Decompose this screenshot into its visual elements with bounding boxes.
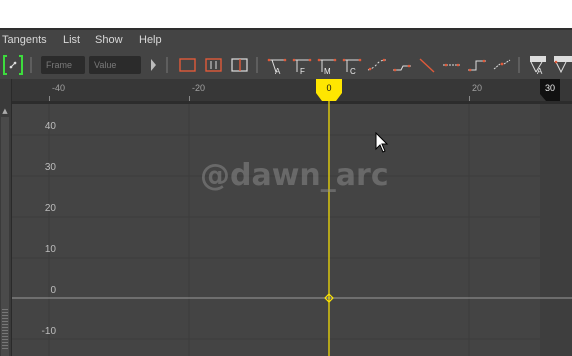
- svg-text:0: 0: [326, 83, 331, 93]
- svg-text:30: 30: [545, 83, 555, 93]
- watermark-text: @dawn_arc: [200, 158, 389, 193]
- mouse-pointer-icon: [375, 132, 389, 153]
- end-frame-marker[interactable]: 30: [540, 79, 560, 101]
- current-time-marker[interactable]: 0: [316, 79, 342, 101]
